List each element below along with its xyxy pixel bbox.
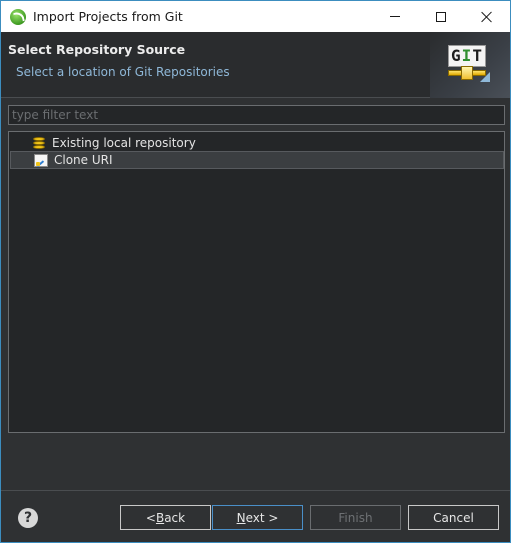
- close-icon: [481, 11, 493, 23]
- git-logo-icon: GIT: [448, 45, 490, 83]
- tree-item-clone-uri[interactable]: Clone URI: [10, 151, 504, 169]
- maximize-button[interactable]: [418, 1, 464, 32]
- page-subtitle: Select a location of Git Repositories: [16, 65, 230, 79]
- import-dialog: Import Projects from Git Select Reposito…: [0, 0, 511, 543]
- help-button[interactable]: ?: [18, 508, 38, 528]
- title-bar[interactable]: Import Projects from Git: [1, 1, 510, 32]
- next-button[interactable]: Next >: [212, 505, 303, 530]
- tree-item-existing-local-repository[interactable]: Existing local repository: [10, 134, 504, 152]
- filter-input[interactable]: [12, 106, 504, 124]
- corner-triangle-icon: [480, 72, 490, 82]
- window-title: Import Projects from Git: [33, 9, 183, 24]
- git-logo-letters: GIT: [448, 45, 486, 67]
- database-icon: [33, 136, 45, 150]
- spring-app-icon: [10, 8, 26, 25]
- filter-field[interactable]: [8, 105, 505, 125]
- maximize-icon: [436, 11, 446, 22]
- git-block-icon: [461, 66, 473, 80]
- close-button[interactable]: [464, 1, 510, 32]
- repository-source-tree[interactable]: Existing local repository Clone URI: [8, 131, 505, 433]
- clone-uri-icon: [34, 153, 48, 167]
- page-title: Select Repository Source: [8, 42, 186, 57]
- cancel-button[interactable]: Cancel: [408, 505, 499, 530]
- wizard-banner: Select Repository Source Select a locati…: [1, 32, 510, 98]
- tree-item-label: Existing local repository: [52, 136, 196, 150]
- window-controls: [372, 1, 510, 32]
- minimize-button[interactable]: [372, 1, 418, 32]
- tree-item-label: Clone URI: [54, 153, 113, 167]
- minimize-icon: [390, 16, 400, 17]
- button-bar-separator: [1, 490, 510, 491]
- finish-button[interactable]: Finish: [310, 505, 401, 530]
- back-button[interactable]: < Back: [120, 505, 211, 530]
